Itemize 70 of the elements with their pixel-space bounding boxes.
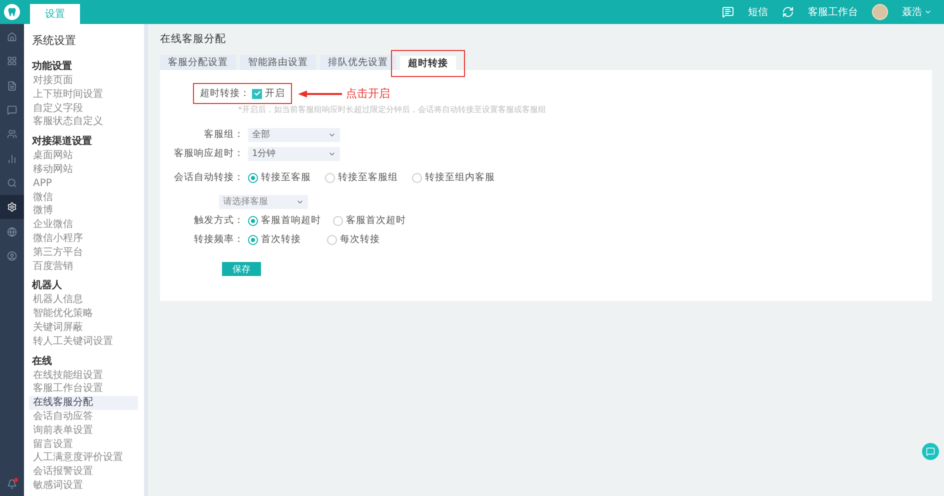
sidebar-item[interactable]: 会话报警设置 (29, 465, 138, 479)
sidebar-item[interactable]: 人工满意度评价设置 (29, 451, 138, 466)
field-label: 客服响应超时： (173, 147, 244, 160)
radio-option[interactable]: 转接至组内客服 (412, 171, 495, 184)
sidebar-item[interactable]: 敏感词设置 (29, 478, 138, 493)
checkbox-label: 开启 (265, 87, 285, 100)
radio-option[interactable]: 每次转接 (327, 233, 380, 246)
sidebar-item[interactable]: 转人工关键词设置 (29, 334, 138, 349)
sidebar-group-title: 机器人 (32, 279, 63, 294)
field-label: 客服组： (203, 128, 244, 141)
top-action-link[interactable]: 客服工作台 (808, 5, 858, 19)
sidebar-item[interactable]: 微博 (29, 204, 138, 218)
sidebar-item[interactable]: 机器人信息 (29, 293, 138, 308)
bell-icon[interactable] (7, 479, 17, 489)
field-label: 超时转接： (200, 87, 250, 100)
sidebar-group-title: 功能设置 (32, 60, 73, 74)
tab[interactable]: 超时转接 (400, 56, 456, 71)
field-label: 触发方式： (193, 214, 244, 227)
sidebar-group-title: 对接渠道设置 (32, 135, 93, 150)
hint-text: *开启后，如当前客服组响应时长超过限定分钟后，会话将自动转接至设置客服或客服组 (238, 104, 547, 116)
radio-option[interactable]: 首次转接 (248, 233, 301, 246)
sidebar-item[interactable]: 留言设置 (29, 438, 138, 452)
field-label: 转接频率： (193, 233, 244, 246)
refresh-icon[interactable] (782, 6, 794, 18)
chat-icon (926, 447, 935, 456)
radio-option[interactable]: 客服首次超时 (333, 214, 406, 227)
dropdown-select[interactable]: 请选择客服 (219, 194, 308, 208)
avatar[interactable] (872, 4, 888, 20)
sidebar-item[interactable]: 百度营销 (29, 260, 138, 274)
sidebar-item[interactable]: 在线技能组设置 (29, 368, 138, 382)
sidebar-item[interactable]: 第三方平台 (29, 246, 138, 260)
caret-icon[interactable] (924, 8, 932, 16)
tab[interactable]: 客服分配设置 (160, 55, 236, 70)
sidebar-title: 系统设置 (32, 32, 77, 48)
sidebar-item[interactable]: 桌面网站 (29, 149, 138, 163)
sidebar-item[interactable]: 企业微信 (29, 218, 138, 232)
annotation-text: 点击开启 (346, 86, 390, 101)
tab[interactable]: 智能路由设置 (240, 55, 316, 70)
user-name[interactable]: 聂浩 (902, 5, 922, 19)
sidebar-item[interactable]: 询前表单设置 (29, 424, 138, 438)
save-button[interactable]: 保存 (222, 262, 261, 276)
dropdown-select[interactable]: 全部 (248, 128, 340, 142)
dropdown-select[interactable]: 1分钟 (248, 146, 340, 160)
checkbox[interactable] (252, 88, 262, 98)
sidebar-item[interactable]: 客服状态自定义 (29, 115, 138, 130)
sidebar-item[interactable]: APP (29, 176, 138, 191)
field-label: 会话自动转接： (173, 171, 244, 184)
sidebar-item[interactable]: 关键词屏蔽 (29, 320, 138, 335)
annotation-arrow (298, 90, 342, 98)
top-tab[interactable]: 设置 (30, 4, 80, 24)
sidebar-item[interactable]: 自定义字段 (29, 102, 138, 116)
page-title: 在线客服分配 (160, 32, 227, 46)
sidebar-item[interactable]: 移动网站 (29, 162, 138, 177)
message-icon[interactable] (722, 6, 734, 18)
sidebar-item[interactable]: 在线客服分配 (29, 396, 138, 410)
top-action-link[interactable]: 短信 (748, 5, 768, 19)
sidebar-item[interactable]: 客服工作台设置 (29, 382, 138, 396)
radio-option[interactable]: 客服首响超时 (248, 214, 321, 227)
radio-option[interactable]: 转接至客服 (248, 171, 311, 184)
sidebar-item[interactable]: 微信小程序 (29, 232, 138, 246)
chat-float-button[interactable] (922, 443, 939, 460)
sidebar-item[interactable]: 智能优化策略 (29, 307, 138, 321)
sidebar-group-title: 在线 (32, 354, 53, 369)
sidebar-item[interactable]: 会话自动应答 (29, 410, 138, 424)
sidebar-item[interactable]: 微信 (29, 190, 138, 204)
radio-option[interactable]: 转接至客服组 (325, 171, 398, 184)
sidebar-item[interactable]: 对接页面 (29, 74, 138, 88)
tab[interactable]: 排队优先设置 (320, 55, 396, 70)
sidebar-item[interactable]: 上下班时间设置 (29, 88, 138, 102)
tooth-logo-icon (4, 4, 20, 20)
